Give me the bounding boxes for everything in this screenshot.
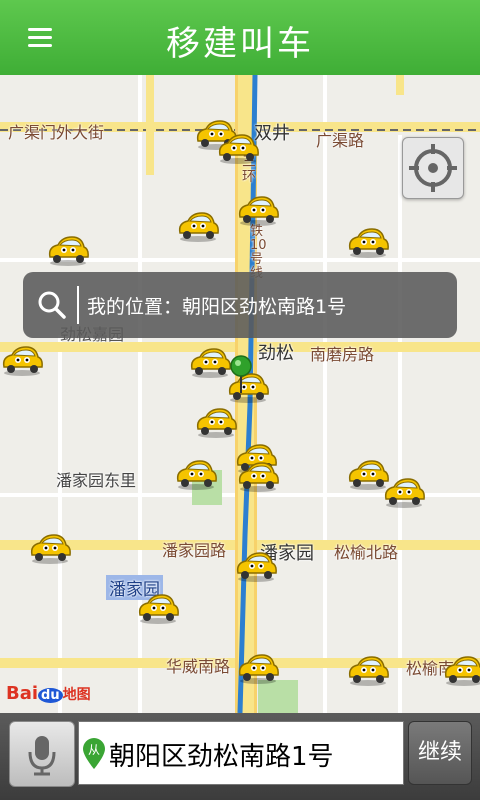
- taxi-icon[interactable]: [346, 225, 390, 259]
- current-location-pin-icon: [230, 355, 252, 393]
- taxi-icon[interactable]: [236, 193, 280, 227]
- taxi-icon[interactable]: [194, 405, 238, 439]
- taxi-icon[interactable]: [234, 549, 278, 583]
- taxi-icon[interactable]: [236, 459, 280, 493]
- voice-input-button[interactable]: [9, 721, 75, 787]
- search-icon: [38, 291, 66, 319]
- taxi-icon[interactable]: [136, 591, 180, 625]
- baidu-map-logo: Bai du 地图: [6, 683, 91, 704]
- bottom-bar: 从 朝阳区劲松南路1号 继续: [0, 713, 480, 800]
- map-label-panjiayuan-dongli: 潘家园东里: [56, 471, 137, 490]
- locate-button[interactable]: [402, 137, 464, 199]
- map-label-huawei-south: 华威南路: [166, 657, 231, 676]
- taxi-icon[interactable]: [28, 531, 72, 565]
- taxi-icon[interactable]: [216, 131, 260, 165]
- map-label-guangqu-road: 广渠路: [316, 131, 365, 150]
- taxi-icon[interactable]: [174, 457, 218, 491]
- taxi-icon[interactable]: [0, 343, 44, 377]
- map-view[interactable]: 广渠门外大街 双井 广渠路 三环 铁10号线 劲松嘉园 劲松 南磨房路 潘家园东…: [0, 75, 480, 713]
- microphone-icon: [28, 736, 56, 776]
- continue-button[interactable]: 继续: [408, 721, 472, 785]
- from-pin-icon: 从: [83, 738, 105, 769]
- taxi-icon[interactable]: [236, 651, 280, 685]
- map-label-panjiayuan-road: 潘家园路: [162, 541, 227, 560]
- app-header: 移建叫车: [0, 0, 480, 76]
- app-title: 移建叫车: [166, 24, 314, 64]
- crosshair-icon: [409, 144, 457, 192]
- taxi-icon[interactable]: [382, 475, 426, 509]
- current-location-text: 我的位置：朝阳区劲松南路1号: [87, 296, 347, 318]
- location-search-bar[interactable]: 我的位置：朝阳区劲松南路1号: [23, 272, 457, 338]
- taxi-icon[interactable]: [346, 653, 390, 687]
- pickup-address-text: 朝阳区劲松南路1号: [109, 742, 334, 772]
- map-label-songyu-north: 松榆北路: [334, 543, 399, 562]
- taxi-icon[interactable]: [442, 653, 480, 687]
- map-label-nanmofang: 南磨房路: [310, 345, 375, 364]
- taxi-icon[interactable]: [176, 209, 220, 243]
- from-badge: 从: [88, 743, 100, 757]
- map-label-jinsong: 劲松: [258, 343, 294, 364]
- map-label-guangqumenwai: 广渠门外大街: [8, 123, 105, 142]
- taxi-icon[interactable]: [46, 233, 90, 267]
- pickup-address-field[interactable]: 从 朝阳区劲松南路1号: [78, 721, 404, 785]
- text-caret: [77, 286, 79, 324]
